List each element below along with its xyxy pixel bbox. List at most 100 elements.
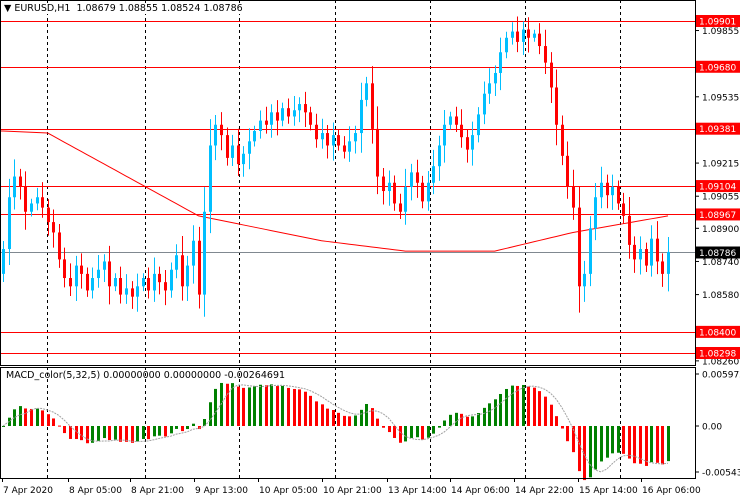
bear-candle — [147, 278, 150, 291]
bear-candle — [645, 249, 648, 266]
macd-bar — [315, 401, 318, 426]
macd-bar — [494, 399, 497, 426]
bear-candle — [326, 133, 329, 146]
macd-bar — [511, 385, 514, 426]
level-price-label: 1.09680 — [699, 63, 736, 73]
macd-bar — [438, 426, 441, 428]
macd-bar — [443, 420, 446, 426]
bull-candle — [114, 278, 117, 287]
bull-candle — [142, 278, 145, 287]
bear-candle — [460, 124, 463, 138]
collapse-arrow-icon[interactable]: ▼ — [4, 3, 14, 14]
macd-bar — [209, 402, 212, 426]
bear-candle — [527, 29, 530, 38]
macd-bar — [555, 416, 558, 426]
bull-candle — [175, 255, 178, 270]
bull-candle — [443, 124, 446, 146]
bull-candle — [293, 110, 296, 117]
bull-candle — [153, 273, 156, 291]
macd-bar — [52, 418, 55, 426]
bull-candle — [242, 153, 245, 165]
bear-candle — [47, 207, 50, 223]
bear-candle — [220, 124, 223, 136]
macd-bar — [326, 408, 329, 426]
macd-bar — [253, 386, 256, 426]
bear-candle — [119, 278, 122, 295]
macd-bar — [533, 387, 536, 426]
macd-bar — [645, 426, 648, 466]
macd-bar — [589, 426, 592, 478]
bear-candle — [198, 240, 201, 295]
macd-tick-label: 0.00 — [702, 423, 722, 433]
bull-candle — [505, 37, 508, 53]
macd-bar — [466, 416, 469, 426]
price-chart[interactable]: 1.09855 1.09535 1.09215 1.09055 1.08900 1.087… — [0, 0, 740, 500]
macd-bar — [427, 426, 430, 438]
level-price-label: 1.09901 — [699, 18, 736, 28]
low-value: 1.08524 — [161, 3, 201, 14]
bear-candle — [555, 87, 558, 125]
macd-bar — [583, 426, 586, 481]
bull-candle — [125, 288, 128, 295]
bull-candle — [483, 93, 486, 115]
bull-candle — [231, 145, 234, 158]
macd-bar — [617, 426, 620, 453]
macd-bar — [522, 384, 525, 426]
bull-candle — [192, 240, 195, 266]
bear-candle — [399, 203, 402, 212]
macd-bar — [432, 426, 435, 434]
macd-bar — [449, 414, 452, 426]
macd-bar — [24, 408, 27, 426]
macd-bar — [499, 393, 502, 426]
bear-candle — [237, 145, 240, 165]
bear-candle — [276, 112, 279, 121]
bear-candle — [371, 83, 374, 129]
macd-value-1: 0.00000000 — [103, 370, 161, 381]
bear-candle — [455, 116, 458, 125]
open-value: 1.08679 — [76, 3, 116, 14]
bear-candle — [561, 124, 564, 156]
current-price-label: 1.08786 — [699, 249, 736, 259]
bear-candle — [622, 203, 625, 216]
macd-bar — [388, 426, 391, 433]
level-price-label: 1.08400 — [699, 328, 736, 338]
close-value: 1.08786 — [203, 3, 243, 14]
bull-candle — [298, 104, 301, 111]
macd-bar — [354, 415, 357, 426]
macd-bar — [103, 426, 106, 439]
bear-candle — [550, 62, 553, 88]
macd-bar — [488, 403, 491, 426]
bear-candle — [661, 261, 664, 274]
macd-bar — [186, 426, 189, 430]
bull-candle — [432, 166, 435, 183]
bear-candle — [516, 31, 519, 42]
macd-bar — [505, 388, 508, 426]
bull-candle — [488, 83, 491, 94]
bear-candle — [108, 261, 111, 287]
macd-bar — [332, 410, 335, 426]
macd-bar — [527, 386, 530, 426]
bear-candle — [86, 273, 89, 291]
macd-bar — [460, 413, 463, 426]
macd-bar — [214, 388, 217, 426]
macd-bar — [41, 410, 44, 426]
macd-bar — [399, 426, 402, 443]
bear-candle — [421, 182, 424, 202]
macd-bar — [248, 387, 251, 426]
macd-bar — [170, 426, 173, 434]
macd-bar — [404, 426, 407, 442]
bull-candle — [600, 182, 603, 198]
macd-bar — [47, 414, 50, 426]
bear-candle — [376, 128, 379, 177]
macd-bar — [600, 426, 603, 462]
bear-candle — [544, 46, 547, 63]
macd-bar — [293, 388, 296, 426]
bull-candle — [30, 203, 33, 212]
bear-candle — [466, 137, 469, 150]
bear-candle — [572, 186, 575, 208]
macd-bar — [142, 426, 145, 439]
macd-bar — [550, 404, 553, 426]
macd-bar — [544, 396, 547, 426]
macd-bar — [181, 426, 184, 432]
macd-bar — [471, 416, 474, 426]
